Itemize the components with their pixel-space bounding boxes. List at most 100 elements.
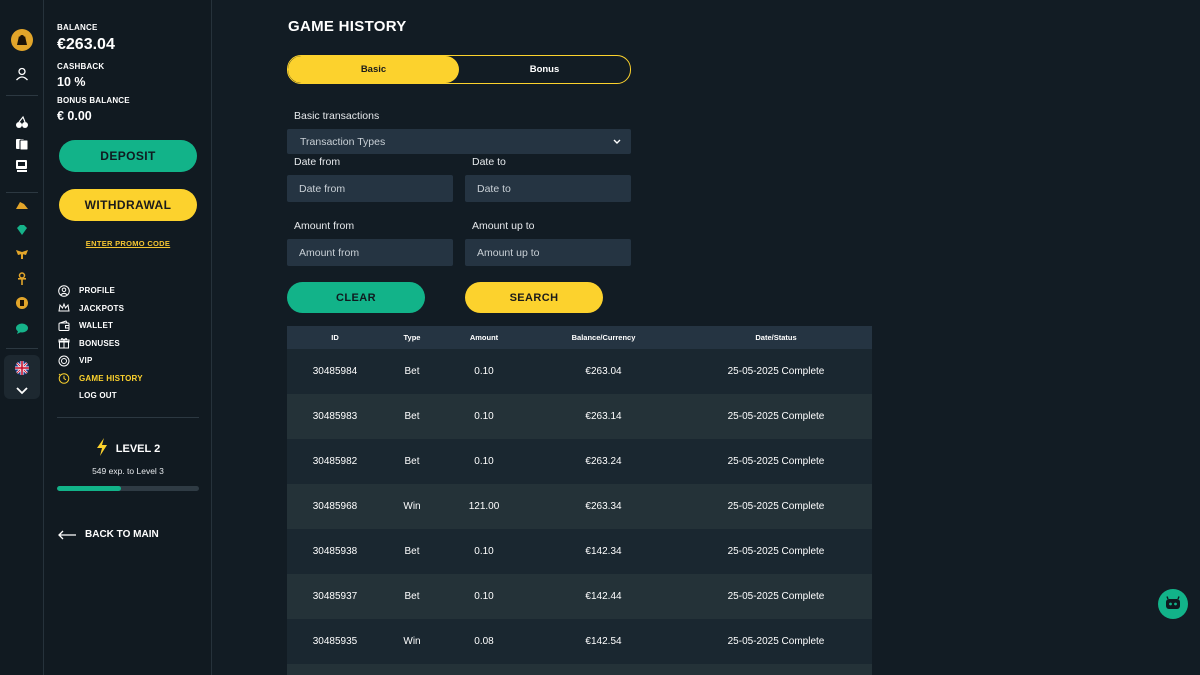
exp-to-next-level: 549 exp. to Level 3 — [92, 466, 164, 476]
promo-code-link[interactable]: ENTER PROMO CODE — [44, 239, 212, 248]
cell-id: 30485984 — [312, 366, 358, 377]
crown-icon — [57, 301, 71, 315]
transaction-type-value: Transaction Types — [300, 135, 386, 148]
tab-basic[interactable]: Basic — [288, 56, 459, 83]
menu-item-jackpots[interactable]: JACKPOTS — [57, 300, 143, 318]
cell-amount: 0.10 — [474, 366, 494, 377]
table-row: 30485938 Bet 0.10 €142.34 25-05-2025 Com… — [287, 529, 872, 574]
cell-amount: 0.10 — [474, 411, 494, 422]
cell-amount: 0.10 — [474, 546, 494, 557]
wallet-icon — [57, 319, 71, 333]
header-amount: Amount — [469, 333, 499, 342]
withdrawal-button[interactable]: WITHDRAWAL — [59, 189, 197, 221]
table-row: 30485982 Bet 0.10 €263.24 25-05-2025 Com… — [287, 439, 872, 484]
chat-bubble-icon[interactable] — [12, 318, 32, 338]
amount-from-input[interactable] — [287, 239, 453, 266]
menu-item-label: LOG OUT — [79, 391, 117, 401]
menu-item-label: JACKPOTS — [79, 303, 125, 313]
tab-bonus[interactable]: Bonus — [459, 56, 630, 83]
table-row: 30485968 Win 121.00 €263.34 25-05-2025 C… — [287, 484, 872, 529]
cell-balance: €263.34 — [585, 501, 622, 512]
menu-item-label: WALLET — [79, 321, 114, 331]
slot-machine-icon[interactable] — [12, 156, 32, 176]
gem-icon[interactable] — [12, 220, 32, 240]
support-chat-button[interactable] — [1158, 589, 1188, 619]
gold-nugget-icon[interactable] — [12, 195, 32, 215]
menu-item-label: PROFILE — [79, 286, 116, 296]
sidebar-divider — [57, 417, 199, 418]
level-progress-bar — [57, 486, 199, 491]
page-title: GAME HISTORY — [288, 18, 407, 35]
cell-id: 30485937 — [312, 591, 358, 602]
bonus-balance-value: € 0.00 — [57, 109, 92, 123]
transaction-type-select[interactable]: Transaction Types — [287, 129, 631, 154]
cell-type: Bet — [404, 411, 420, 422]
cell-id: 30485935 — [312, 636, 358, 647]
menu-item-label: BONUSES — [79, 338, 120, 348]
header-date-status: Date/Status — [755, 333, 797, 342]
search-button[interactable]: SEARCH — [465, 282, 603, 313]
balance-value: €263.04 — [57, 36, 115, 53]
bonus-balance-label: BONUS BALANCE — [57, 96, 130, 105]
arrow-left-icon — [58, 530, 76, 539]
menu-item-bonuses[interactable]: BONUSES — [57, 335, 143, 353]
cell-id: 30485968 — [312, 501, 358, 512]
date-to-input[interactable] — [465, 175, 631, 202]
gift-icon — [57, 336, 71, 350]
cell-type: Win — [403, 636, 421, 647]
account-menu: PROFILE JACKPOTS WALLET BONUSES VIP GAME… — [57, 282, 143, 405]
cell-date-status: 25-05-2025 Complete — [727, 501, 825, 512]
cell-id: 30485938 — [312, 546, 358, 557]
logout-icon — [57, 389, 71, 403]
back-to-main-link[interactable]: BACK TO MAIN — [57, 529, 159, 540]
cell-date-status: 25-05-2025 Complete — [727, 366, 825, 377]
cell-balance: €142.54 — [585, 636, 622, 647]
pharaoh-icon[interactable] — [12, 293, 32, 313]
account-sidebar: BALANCE €263.04 CASHBACK 10 % BONUS BALA… — [44, 0, 212, 675]
table-row: 30485937 Bet 0.10 €142.44 25-05-2025 Com… — [287, 574, 872, 619]
cell-type: Bet — [404, 456, 420, 467]
amount-to-input[interactable] — [465, 239, 631, 266]
date-from-input[interactable] — [287, 175, 453, 202]
cherry-icon[interactable] — [12, 112, 32, 132]
header-balance: Balance/Currency — [571, 333, 636, 342]
language-selector[interactable] — [4, 355, 40, 399]
deposit-button[interactable]: DEPOSIT — [59, 140, 197, 172]
cell-amount: 121.00 — [468, 501, 500, 512]
menu-item-profile[interactable]: PROFILE — [57, 282, 143, 300]
menu-item-vip[interactable]: VIP — [57, 352, 143, 370]
cell-type: Bet — [404, 591, 420, 602]
date-to-label: Date to — [472, 156, 506, 168]
table-row: 30485983 Bet 0.10 €263.14 25-05-2025 Com… — [287, 394, 872, 439]
user-icon[interactable] — [12, 64, 32, 84]
table-row: 30485935 Win 0.08 €142.54 25-05-2025 Com… — [287, 619, 872, 664]
lightning-icon — [96, 438, 108, 459]
date-from-label: Date from — [294, 156, 341, 168]
cell-id: 30485983 — [312, 411, 358, 422]
level-progress-fill — [57, 486, 121, 491]
header-id: ID — [331, 333, 339, 342]
menu-item-wallet[interactable]: WALLET — [57, 317, 143, 335]
transactions-table: ID Type Amount Balance/Currency Date/Sta… — [287, 326, 872, 675]
cards-icon[interactable] — [12, 134, 32, 154]
menu-item-game-history[interactable]: GAME HISTORY — [57, 370, 143, 388]
chevron-down-icon — [16, 382, 28, 400]
section-label: Basic transactions — [294, 110, 380, 122]
amount-from-label: Amount from — [294, 220, 355, 232]
clear-button[interactable]: CLEAR — [287, 282, 425, 313]
level-indicator: LEVEL 2 — [44, 438, 212, 459]
cashback-label: CASHBACK — [57, 62, 105, 71]
history-icon — [57, 371, 71, 385]
wings-icon[interactable] — [12, 244, 32, 264]
uk-flag-icon — [15, 361, 29, 375]
cell-id: 30485982 — [312, 456, 358, 467]
chevron-down-icon — [613, 139, 621, 144]
menu-item-log-out[interactable]: LOG OUT — [57, 387, 143, 405]
cell-balance: €263.14 — [585, 411, 622, 422]
vip-icon — [57, 354, 71, 368]
ankh-icon[interactable] — [12, 269, 32, 289]
back-to-main-label: BACK TO MAIN — [85, 529, 159, 540]
table-row: 30485984 Bet 0.10 €263.04 25-05-2025 Com… — [287, 349, 872, 394]
balance-label: BALANCE — [57, 23, 98, 32]
logo-icon[interactable] — [10, 28, 34, 52]
